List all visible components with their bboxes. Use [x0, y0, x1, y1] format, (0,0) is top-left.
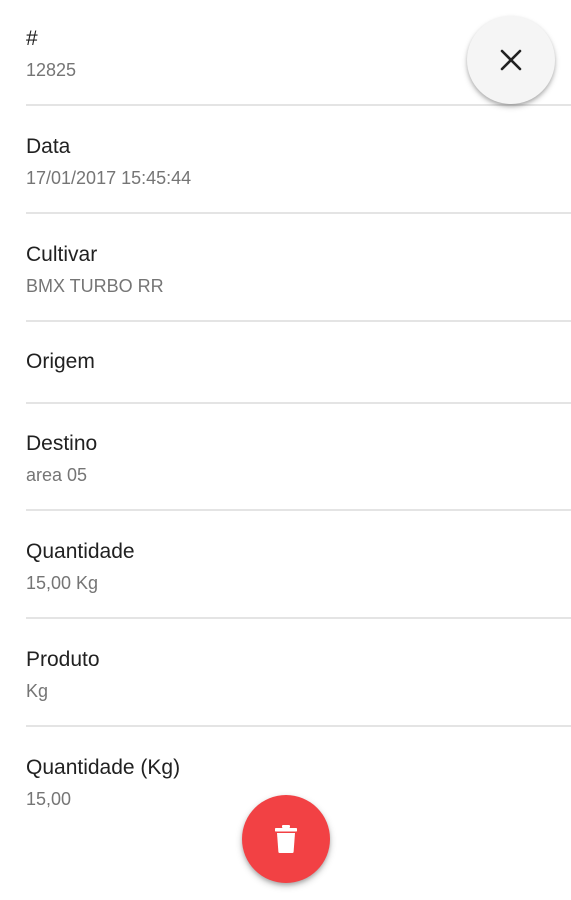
field-value: 17/01/2017 15:45:44: [26, 168, 192, 188]
field-produto: Produto Kg: [26, 647, 571, 703]
field-value: area 05: [26, 465, 88, 485]
divider: [26, 617, 571, 619]
field-label: Produto: [26, 648, 100, 671]
field-origem: Origem: [26, 349, 571, 375]
field-label: Quantidade: [26, 540, 135, 563]
field-label: Origem: [26, 350, 95, 373]
field-cultivar: Cultivar BMX TURBO RR: [26, 242, 571, 298]
divider: [26, 104, 571, 106]
field-label: Cultivar: [26, 243, 98, 266]
field-data: Data 17/01/2017 15:45:44: [26, 134, 571, 190]
divider: [26, 509, 571, 511]
field-value: 15,00 Kg: [26, 573, 99, 593]
close-button[interactable]: [467, 16, 555, 104]
divider: [26, 212, 571, 214]
field-label: Quantidade (Kg): [26, 756, 181, 779]
field-quantidade: Quantidade 15,00 Kg: [26, 539, 571, 595]
trash-icon: [273, 824, 299, 854]
divider: [26, 320, 571, 322]
field-destino: Destino area 05: [26, 431, 571, 487]
divider: [26, 725, 571, 727]
field-label: Destino: [26, 432, 98, 455]
delete-button[interactable]: [242, 795, 330, 883]
close-icon: [499, 48, 523, 72]
divider: [26, 402, 571, 404]
field-value: BMX TURBO RR: [26, 276, 164, 296]
field-label: Data: [26, 135, 71, 158]
field-value: Kg: [26, 681, 49, 701]
